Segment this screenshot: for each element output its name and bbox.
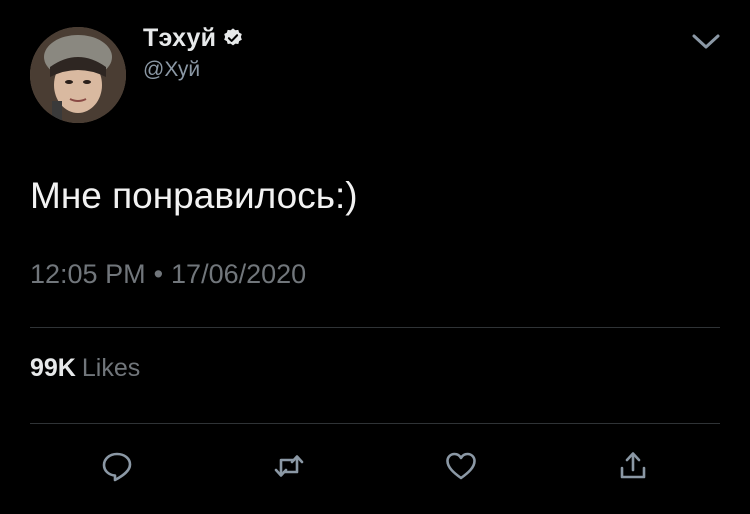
tweet-text: Мне понравилось:)	[30, 175, 358, 216]
likes-label: Likes	[81, 354, 141, 382]
tweet-date: 17/06/2020	[171, 259, 307, 289]
divider	[30, 423, 720, 424]
display-name[interactable]: Тэхуй	[143, 24, 216, 53]
divider	[30, 327, 720, 328]
author-handle[interactable]: @Хуй	[143, 58, 200, 82]
reply-icon	[102, 452, 132, 482]
avatar-image	[30, 27, 126, 123]
verified-badge-icon	[222, 27, 244, 49]
share-button[interactable]	[613, 446, 653, 486]
tweet-time: 12:05 PM	[30, 259, 146, 289]
author-name-row[interactable]: Тэхуй	[143, 22, 244, 54]
retweet-button[interactable]	[269, 446, 309, 486]
chevron-down-icon[interactable]	[690, 30, 722, 54]
tweet-timestamp[interactable]: 12:05 PM • 17/06/2020	[30, 259, 306, 290]
likes-count: 99K	[30, 354, 76, 382]
like-button[interactable]	[441, 446, 481, 486]
meta-separator: •	[153, 259, 164, 289]
retweet-icon	[274, 455, 304, 477]
share-icon	[620, 452, 646, 479]
likes-stat[interactable]: 99K Likes	[30, 354, 140, 383]
heart-icon	[446, 452, 476, 480]
reply-button[interactable]	[97, 446, 137, 486]
avatar[interactable]	[30, 27, 126, 123]
tweet-detail: Тэхуй @Хуй Мне понравилось:) 12:05 PM • 17…	[0, 0, 750, 514]
